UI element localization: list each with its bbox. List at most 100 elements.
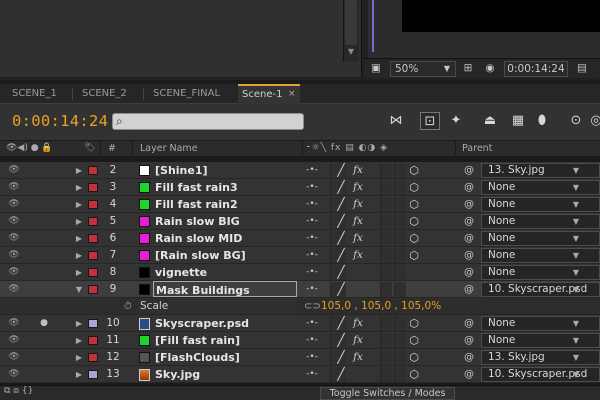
eye-icon[interactable]: 👁 bbox=[8, 366, 20, 383]
shy-switch-icon[interactable]: -•- bbox=[306, 264, 318, 281]
eye-icon[interactable]: 👁 bbox=[8, 179, 20, 196]
scrollbar-thumb[interactable] bbox=[345, 0, 357, 45]
grid-icon[interactable]: ⊞ bbox=[460, 61, 476, 77]
quality-switch-icon[interactable]: ╱ bbox=[334, 196, 348, 213]
pick-whip-icon[interactable]: @ bbox=[463, 247, 475, 264]
layer-row[interactable]: 👁 ▶ 7 [Rain slow BG] -•- ╱ fx ⬡ @ None ▼ bbox=[0, 247, 600, 264]
chevron-right-icon[interactable]: ▶ bbox=[74, 213, 84, 230]
camera-icon[interactable]: ◉ bbox=[482, 61, 498, 77]
parent-select[interactable]: 13. Sky.jpg ▼ bbox=[481, 163, 600, 178]
layer-name[interactable]: Skyscraper.psd bbox=[155, 315, 249, 332]
fx-switch-icon[interactable]: fx bbox=[351, 332, 365, 349]
comp-mini-flowchart-icon[interactable]: ⋈ bbox=[386, 112, 406, 130]
pick-whip-icon[interactable]: @ bbox=[463, 162, 475, 179]
fx-switch-icon[interactable]: fx bbox=[351, 162, 365, 179]
scale-value[interactable]: 105,0 , 105,0 , 105,0% bbox=[321, 298, 441, 315]
shy-switch-icon[interactable]: -•- bbox=[306, 349, 318, 366]
shy-switch-icon[interactable]: -•- bbox=[306, 230, 318, 247]
fx-switch-icon[interactable]: fx bbox=[351, 230, 365, 247]
stopwatch-icon[interactable]: ⏱ bbox=[124, 298, 132, 315]
quality-switch-icon[interactable]: ╱ bbox=[334, 213, 348, 230]
label-color[interactable] bbox=[88, 166, 98, 175]
eye-icon[interactable]: 👁 bbox=[8, 349, 20, 366]
layer-name[interactable]: Rain slow BIG bbox=[155, 213, 240, 230]
tab-scene-final[interactable]: SCENE_FINAL bbox=[145, 84, 235, 104]
3d-layer-icon[interactable]: ⬡ bbox=[408, 247, 420, 264]
eye-icon[interactable]: 👁 bbox=[8, 281, 20, 298]
frame-blending-icon[interactable]: ⏏ bbox=[480, 112, 500, 130]
eye-icon[interactable]: 👁 bbox=[8, 162, 20, 179]
solo-dot-icon[interactable]: ● bbox=[39, 315, 49, 332]
shy-switch-icon[interactable]: -•- bbox=[306, 179, 318, 196]
layer-name[interactable]: vignette bbox=[155, 264, 207, 281]
fx-switch-icon[interactable]: fx bbox=[351, 179, 365, 196]
composition-canvas[interactable] bbox=[402, 0, 600, 32]
pick-whip-icon[interactable]: @ bbox=[463, 349, 475, 366]
layer-name[interactable]: Rain slow MID bbox=[155, 230, 242, 247]
shy-switch-icon[interactable]: -•- bbox=[306, 366, 318, 383]
layer-name[interactable]: [Fill fast rain] bbox=[155, 332, 240, 349]
eye-icon[interactable]: 👁 bbox=[8, 196, 20, 213]
layer-row[interactable]: 👁 ▶ 2 [Shine1] -•- ╱ fx ⬡ @13. Sky.jpg ▼ bbox=[0, 162, 600, 179]
quality-switch-icon[interactable]: ╱ bbox=[334, 281, 348, 298]
shy-switch-icon[interactable]: -•- bbox=[306, 196, 318, 213]
3d-layer-icon[interactable]: ⬡ bbox=[408, 179, 420, 196]
chevron-right-icon[interactable]: ▶ bbox=[74, 366, 84, 383]
layer-row[interactable]: 👁 ▶ 8 vignette -•- ╱ @ None ▼ bbox=[0, 264, 600, 281]
graph-editor-icon[interactable]: ⊙ bbox=[566, 112, 586, 130]
label-color[interactable] bbox=[88, 200, 98, 209]
pick-whip-icon[interactable]: @ bbox=[463, 264, 475, 281]
fx-switch-icon[interactable]: fx bbox=[351, 315, 365, 332]
layer-row[interactable]: 👁 ▼ 9 Mask Buildings -•- ╱ @10. Skyscraper.psd… bbox=[0, 281, 600, 298]
parent-select[interactable]: None ▼ bbox=[481, 248, 600, 263]
quality-switch-icon[interactable]: ╱ bbox=[334, 230, 348, 247]
layer-row[interactable]: 👁 ▶ 11 [Fill fast rain] -•- ╱ fx ⬡ @ None ▼ bbox=[0, 332, 600, 349]
layer-row[interactable]: 👁 ▶ 3 Fill fast rain3 -•- ╱ fx ⬡ @ None ▼ bbox=[0, 179, 600, 196]
3d-layer-icon[interactable]: ⬡ bbox=[408, 315, 420, 332]
parent-select[interactable]: 10. Skyscraper.psd ▼ bbox=[481, 282, 600, 297]
shy-switch-icon[interactable]: -•- bbox=[306, 247, 318, 264]
pick-whip-icon[interactable]: @ bbox=[463, 196, 475, 213]
chevron-right-icon[interactable]: ▶ bbox=[74, 247, 84, 264]
close-icon[interactable]: × bbox=[288, 86, 296, 103]
parent-select[interactable]: 10. Skyscraper.psd ▼ bbox=[481, 367, 600, 382]
pick-whip-icon[interactable]: @ bbox=[463, 315, 475, 332]
parent-select[interactable]: None ▼ bbox=[481, 214, 600, 229]
quality-switch-icon[interactable]: ╱ bbox=[334, 315, 348, 332]
label-color[interactable] bbox=[88, 217, 98, 226]
label-color[interactable] bbox=[88, 285, 98, 294]
layer-name[interactable]: [Shine1] bbox=[155, 162, 208, 179]
shy-switch-icon[interactable]: -•- bbox=[306, 332, 318, 349]
pick-whip-icon[interactable]: @ bbox=[463, 281, 475, 298]
toggle-switches-button[interactable]: Toggle Switches / Modes bbox=[320, 387, 455, 400]
layer-row[interactable]: 👁 ▶ 12 [FlashClouds] -•- ╱ fx ⬡ @13. Sky.jpg ▼ bbox=[0, 349, 600, 366]
parent-select[interactable]: None ▼ bbox=[481, 316, 600, 331]
search-input[interactable] bbox=[112, 113, 304, 130]
keyframe-icon[interactable]: ◎ bbox=[586, 112, 600, 130]
3d-layer-icon[interactable]: ⬡ bbox=[408, 332, 420, 349]
parent-select[interactable]: None ▼ bbox=[481, 180, 600, 195]
tab-scene-1-active[interactable]: Scene-1 × bbox=[238, 84, 300, 104]
pick-whip-icon[interactable]: @ bbox=[463, 332, 475, 349]
parent-select[interactable]: None ▼ bbox=[481, 333, 600, 348]
motion-blur-icon[interactable]: ▦ bbox=[508, 112, 528, 130]
3d-layer-icon[interactable]: ⬡ bbox=[408, 196, 420, 213]
label-color[interactable] bbox=[88, 234, 98, 243]
quality-switch-icon[interactable]: ╱ bbox=[334, 349, 348, 366]
quality-switch-icon[interactable]: ╱ bbox=[334, 162, 348, 179]
3d-layer-icon[interactable]: ⬡ bbox=[408, 366, 420, 383]
layer-name[interactable]: Fill fast rain2 bbox=[155, 196, 238, 213]
property-row-scale[interactable]: ⏱ Scale ⊂⊃ 105,0 , 105,0 , 105,0% bbox=[0, 298, 600, 315]
layer-row[interactable]: 👁 ▶ 13 Sky.jpg -•- ╱ ⬡ @10. Skyscraper.psd ▼ bbox=[0, 366, 600, 383]
layer-row[interactable]: 👁 ▶ 4 Fill fast rain2 -•- ╱ fx ⬡ @ None ▼ bbox=[0, 196, 600, 213]
fx-switch-icon[interactable]: fx bbox=[351, 247, 365, 264]
shy-switch-icon[interactable]: -•- bbox=[306, 162, 318, 179]
layer-name[interactable]: Mask Buildings bbox=[153, 281, 297, 297]
layer-row[interactable]: 👁 ● ▶ 10 Skyscraper.psd -•- ╱ fx ⬡ @ None ▼ bbox=[0, 315, 600, 332]
parent-select[interactable]: 13. Sky.jpg ▼ bbox=[481, 350, 600, 365]
col-layer-name[interactable]: Layer Name bbox=[140, 140, 198, 157]
current-time[interactable]: 0:00:14:24 bbox=[12, 112, 108, 130]
link-icon[interactable]: ⊂⊃ bbox=[304, 298, 321, 315]
tab-scene-2[interactable]: SCENE_2 bbox=[74, 84, 144, 104]
3d-layer-icon[interactable]: ⬡ bbox=[408, 349, 420, 366]
